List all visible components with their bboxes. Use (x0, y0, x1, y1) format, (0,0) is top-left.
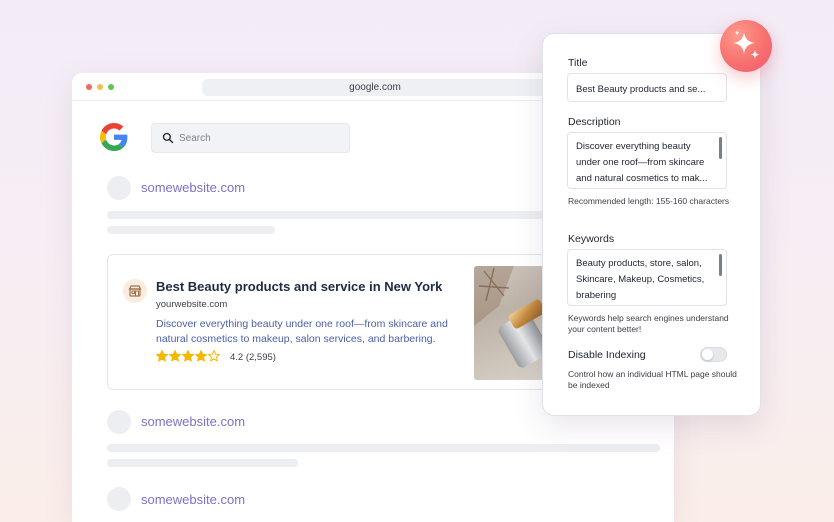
description-scrollbar[interactable] (719, 137, 722, 159)
ai-sparkle-button[interactable] (720, 20, 772, 72)
keywords-helper: Keywords help search engines understand … (568, 313, 729, 334)
skeleton-line (107, 459, 298, 467)
keywords-field[interactable]: Beauty products, store, salon, Skincare,… (567, 249, 727, 306)
star-filled-icon (182, 350, 194, 362)
description-value: Discover everything beauty under one roo… (576, 141, 708, 184)
window-close-button[interactable] (86, 84, 92, 90)
search-icon (162, 132, 174, 144)
description-helper: Recommended length: 155-160 characters (568, 196, 730, 206)
title-field[interactable]: Best Beauty products and se... (567, 73, 727, 102)
search-placeholder: Search (179, 133, 211, 144)
toggle-knob (702, 349, 713, 360)
result-link[interactable]: somewebsite.com (141, 180, 245, 195)
storefront-icon (123, 279, 147, 303)
product-image (474, 266, 544, 380)
seo-settings-panel: Title Best Beauty products and se... Des… (542, 33, 761, 416)
sparkle-icon (733, 30, 760, 59)
keywords-value: Beauty products, store, salon, Skincare,… (576, 258, 705, 301)
result-url[interactable]: yourwebsite.com (156, 299, 227, 310)
result-favicon (107, 410, 131, 434)
result-link[interactable]: somewebsite.com (141, 492, 245, 507)
result-title[interactable]: Best Beauty products and service in New … (156, 279, 442, 294)
description-label: Description (568, 116, 621, 128)
title-label: Title (568, 57, 588, 69)
star-filled-icon (195, 350, 207, 362)
search-input[interactable]: Search (151, 123, 350, 153)
address-bar[interactable]: google.com (202, 79, 548, 96)
description-field[interactable]: Discover everything beauty under one roo… (567, 132, 727, 189)
star-filled-icon (156, 350, 168, 362)
result-link[interactable]: somewebsite.com (141, 414, 245, 429)
result-favicon (107, 176, 131, 200)
star-filled-icon (169, 350, 181, 362)
result-favicon (107, 487, 131, 511)
window-maximize-button[interactable] (108, 84, 114, 90)
google-logo-icon (100, 123, 128, 151)
indexing-label: Disable Indexing (568, 349, 646, 361)
featured-result-card[interactable]: Best Beauty products and service in New … (107, 254, 547, 390)
keywords-scrollbar[interactable] (719, 254, 722, 276)
skeleton-line (107, 226, 275, 234)
rating-text: 4.2 (2,595) (230, 352, 276, 363)
star-empty-icon (208, 350, 220, 362)
indexing-helper: Control how an individual HTML page shou… (568, 369, 737, 390)
skeleton-line (107, 444, 660, 452)
window-minimize-button[interactable] (97, 84, 103, 90)
result-description: Discover everything beauty under one roo… (156, 318, 448, 345)
disable-indexing-toggle[interactable] (700, 347, 727, 362)
keywords-label: Keywords (568, 233, 615, 245)
